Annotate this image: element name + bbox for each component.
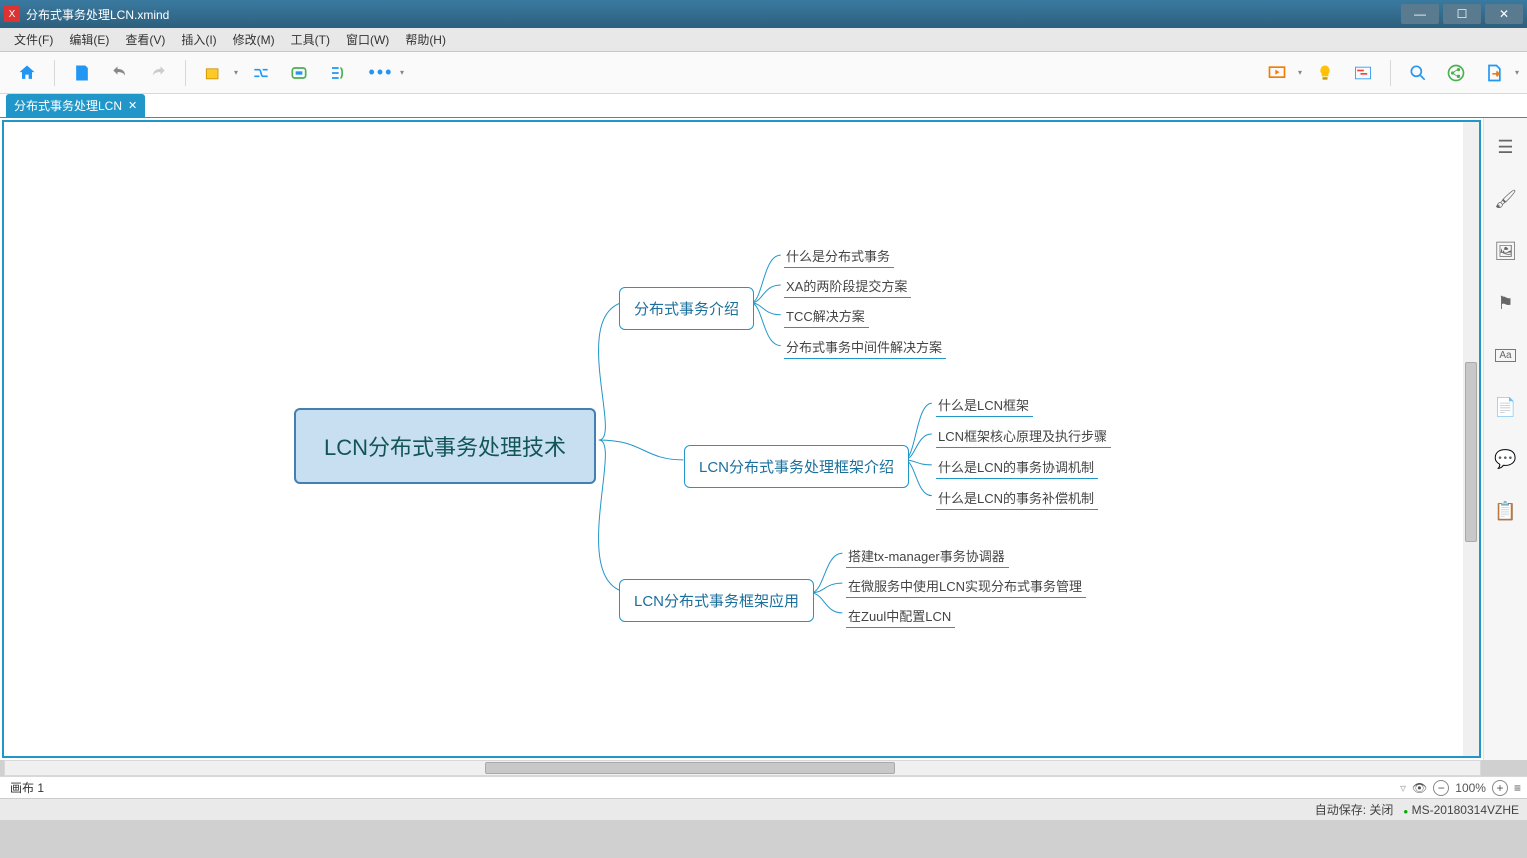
sheet-bar: 画布 1 ▿ 👁 − 100% + ≡ — [0, 776, 1527, 798]
menu-file[interactable]: 文件(F) — [6, 29, 61, 50]
comments-icon[interactable]: 💬 — [1495, 448, 1517, 470]
menu-window[interactable]: 窗口(W) — [338, 29, 397, 50]
mindmap-leaf[interactable]: 在Zuul中配置LCN — [846, 604, 955, 628]
font-icon[interactable]: Aa — [1495, 344, 1517, 366]
menu-insert[interactable]: 插入(I) — [173, 29, 224, 50]
canvas[interactable]: LCN分布式事务处理技术 分布式事务介绍 什么是分布式事务 XA的两阶段提交方案… — [2, 120, 1481, 758]
export-button[interactable] — [1479, 58, 1509, 88]
notes-icon[interactable]: 📄 — [1495, 396, 1517, 418]
mindmap-leaf[interactable]: LCN框架核心原理及执行步骤 — [936, 424, 1111, 448]
mindmap-leaf[interactable]: 什么是分布式事务 — [784, 244, 894, 268]
boundary-button[interactable] — [284, 58, 314, 88]
app-icon: X — [4, 6, 20, 22]
status-dot-icon: ● — [1403, 807, 1408, 816]
right-panel: ☰ 🖌 🖼 ⚑ Aa 📄 💬 📋 — [1483, 118, 1527, 760]
menu-view[interactable]: 查看(V) — [117, 29, 173, 50]
zoom-menu-button[interactable]: ≡ — [1514, 781, 1521, 795]
maximize-button[interactable]: ☐ — [1443, 4, 1481, 24]
mindmap-branch-2[interactable]: LCN分布式事务处理框架介绍 — [684, 445, 909, 488]
close-button[interactable]: ✕ — [1485, 4, 1523, 24]
mindmap-leaf[interactable]: 什么是LCN框架 — [936, 393, 1033, 417]
menu-bar: 文件(F) 编辑(E) 查看(V) 插入(I) 修改(M) 工具(T) 窗口(W… — [0, 28, 1527, 52]
window-title: 分布式事务处理LCN.xmind — [26, 6, 1397, 23]
autosave-status: 自动保存: 关闭 — [1315, 801, 1394, 818]
host-name: MS-20180314VZHE — [1412, 803, 1519, 817]
zoom-value: 100% — [1455, 781, 1486, 795]
horizontal-scrollbar[interactable] — [4, 760, 1481, 776]
separator — [1390, 60, 1391, 86]
toolbar: ••• — [0, 52, 1527, 94]
separator — [185, 60, 186, 86]
mindmap-leaf[interactable]: 什么是LCN的事务协调机制 — [936, 455, 1098, 479]
presentation-button[interactable] — [1262, 58, 1292, 88]
tab-close-icon[interactable]: ✕ — [128, 99, 137, 112]
mindmap-root[interactable]: LCN分布式事务处理技术 — [294, 408, 596, 484]
mindmap-leaf[interactable]: 什么是LCN的事务补偿机制 — [936, 486, 1098, 510]
image-icon[interactable]: 🖼 — [1495, 240, 1517, 262]
format-icon[interactable]: 🖌 — [1495, 188, 1517, 210]
redo-button[interactable] — [143, 58, 173, 88]
minimize-button[interactable]: — — [1401, 4, 1439, 24]
mindmap-leaf[interactable]: 搭建tx-manager事务协调器 — [846, 544, 1009, 568]
save-button[interactable] — [67, 58, 97, 88]
scroll-thumb[interactable] — [485, 762, 895, 774]
undo-button[interactable] — [105, 58, 135, 88]
status-bar: 自动保存: 关闭 ● MS-20180314VZHE — [0, 798, 1527, 820]
tab-active[interactable]: 分布式事务处理LCN ✕ — [6, 94, 145, 117]
home-button[interactable] — [12, 58, 42, 88]
mindmap-branch-3[interactable]: LCN分布式事务框架应用 — [619, 579, 814, 622]
menu-edit[interactable]: 编辑(E) — [61, 29, 117, 50]
summary-button[interactable] — [322, 58, 352, 88]
outline-icon[interactable]: ☰ — [1495, 136, 1517, 158]
more-button[interactable]: ••• — [366, 58, 396, 88]
menu-tools[interactable]: 工具(T) — [283, 29, 338, 50]
search-button[interactable] — [1403, 58, 1433, 88]
marker-icon[interactable]: ⚑ — [1495, 292, 1517, 314]
mindmap-leaf[interactable]: TCC解决方案 — [784, 304, 869, 328]
document-tabs: 分布式事务处理LCN ✕ — [0, 94, 1527, 118]
idea-button[interactable] — [1310, 58, 1340, 88]
filter-icon[interactable]: ▿ — [1400, 781, 1406, 795]
menu-help[interactable]: 帮助(H) — [397, 29, 454, 50]
mindmap-leaf[interactable]: XA的两阶段提交方案 — [784, 274, 911, 298]
relationship-button[interactable] — [246, 58, 276, 88]
mindmap-leaf[interactable]: 分布式事务中间件解决方案 — [784, 335, 946, 359]
eye-icon[interactable]: 👁 — [1412, 781, 1427, 795]
gantt-button[interactable] — [1348, 58, 1378, 88]
share-button[interactable] — [1441, 58, 1471, 88]
new-sheet-button[interactable] — [198, 58, 228, 88]
mindmap-branch-1[interactable]: 分布式事务介绍 — [619, 287, 754, 330]
task-icon[interactable]: 📋 — [1495, 500, 1517, 522]
menu-modify[interactable]: 修改(M) — [225, 29, 283, 50]
sheet-tab[interactable]: 画布 1 — [6, 777, 48, 798]
title-bar: X 分布式事务处理LCN.xmind — ☐ ✕ — [0, 0, 1527, 28]
workspace: LCN分布式事务处理技术 分布式事务介绍 什么是分布式事务 XA的两阶段提交方案… — [0, 118, 1527, 760]
vertical-scrollbar[interactable] — [1463, 122, 1479, 756]
mindmap-leaf[interactable]: 在微服务中使用LCN实现分布式事务管理 — [846, 574, 1086, 598]
scroll-thumb[interactable] — [1465, 362, 1477, 542]
separator — [54, 60, 55, 86]
zoom-out-button[interactable]: − — [1433, 780, 1449, 796]
zoom-in-button[interactable]: + — [1492, 780, 1508, 796]
tab-label: 分布式事务处理LCN — [14, 97, 122, 114]
